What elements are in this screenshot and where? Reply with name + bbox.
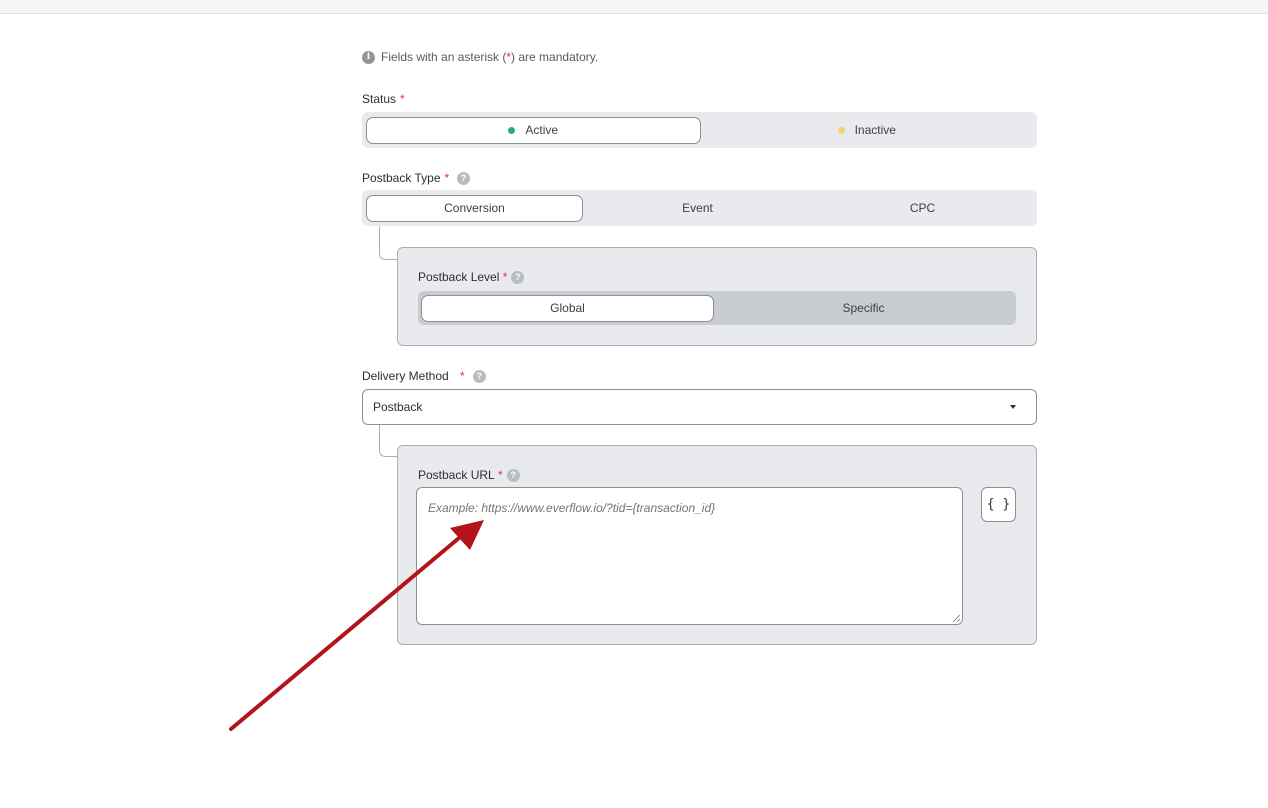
annotation-arrow-icon <box>229 520 484 731</box>
